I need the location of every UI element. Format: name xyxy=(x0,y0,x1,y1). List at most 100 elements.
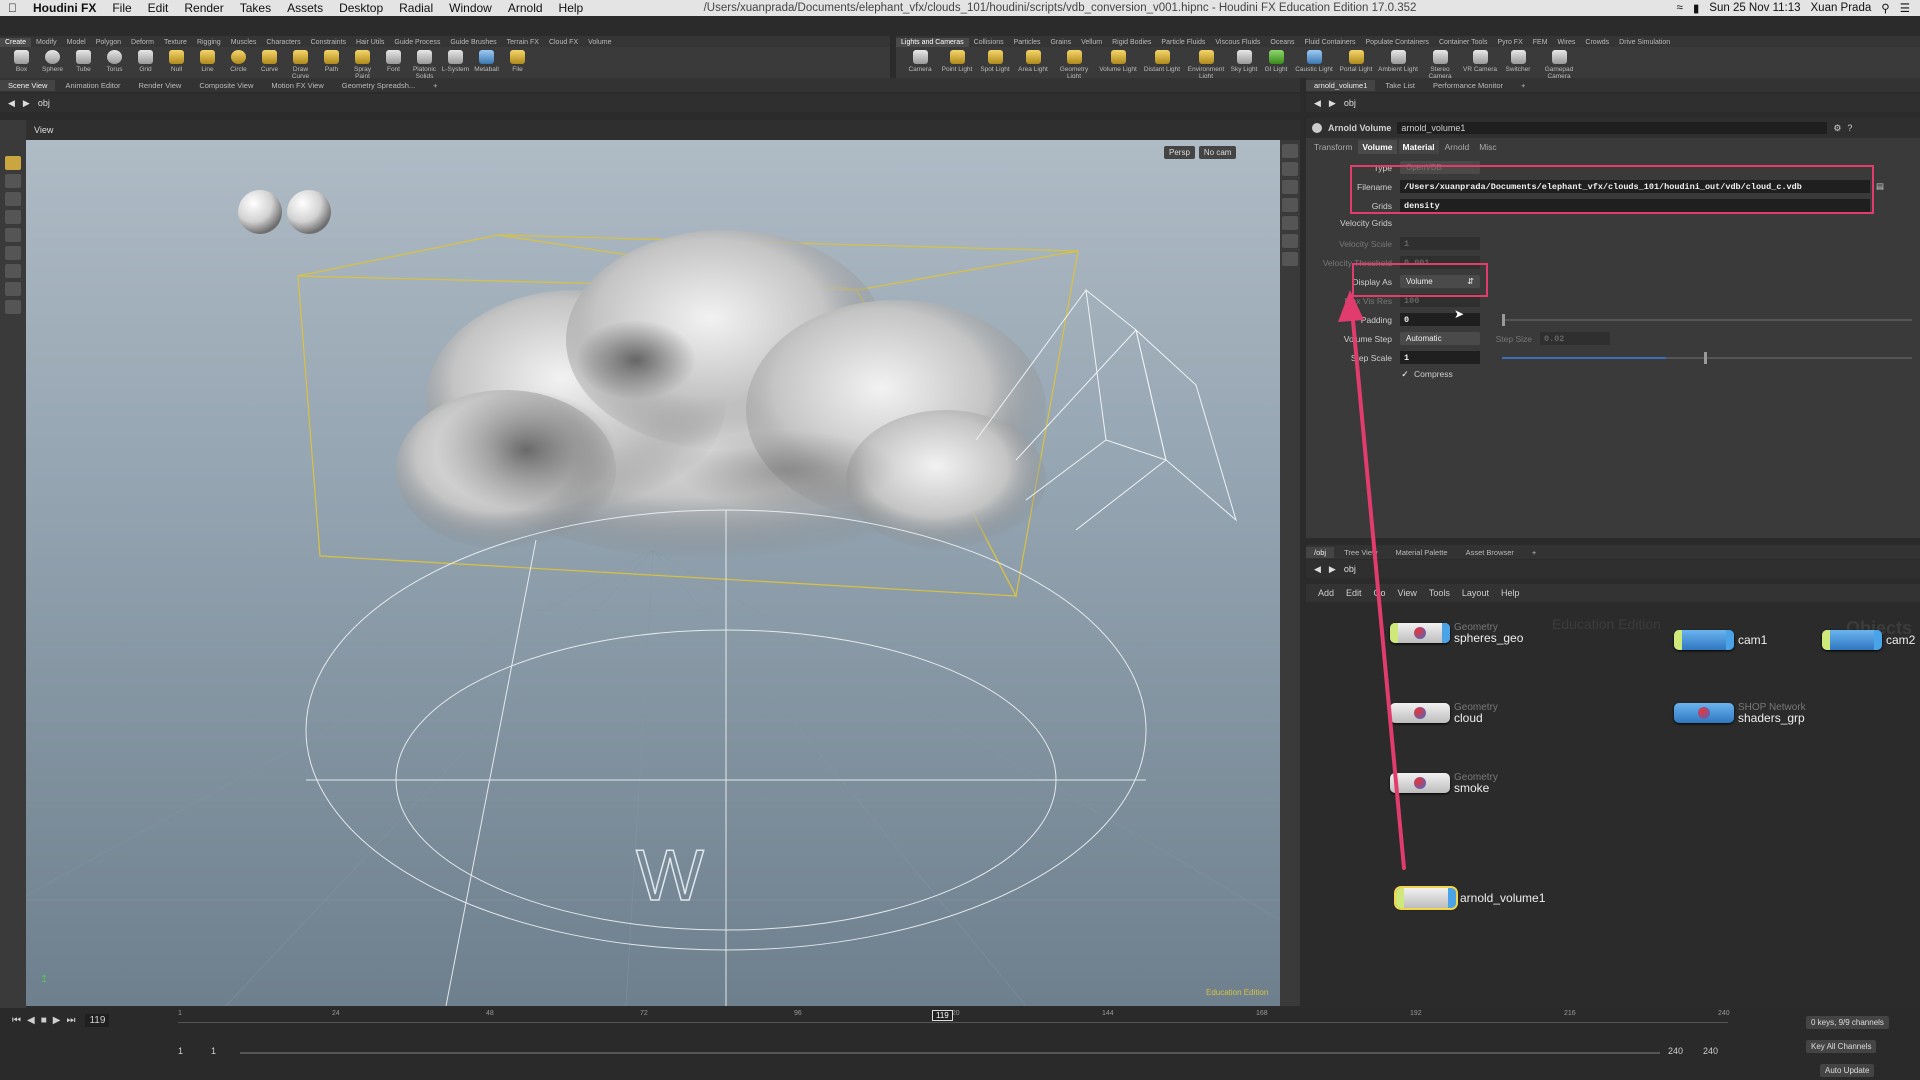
tab-geometry-spreadsheet[interactable]: Geometry Spreadsh... xyxy=(334,80,423,91)
stop-icon[interactable]: ■ xyxy=(41,1015,47,1026)
back-icon[interactable]: ◀ xyxy=(8,98,15,109)
help-icon[interactable]: ? xyxy=(1847,123,1852,133)
tool-path[interactable]: Path xyxy=(316,47,347,73)
add-network-tab-icon[interactable]: + xyxy=(1524,547,1544,558)
node-shaders-grp[interactable]: SHOP Network shaders_grp xyxy=(1674,702,1806,724)
shelf-tab-guide-brushes[interactable]: Guide Brushes xyxy=(445,38,501,47)
padding-slider-handle[interactable] xyxy=(1502,314,1505,326)
view-tool-icon[interactable] xyxy=(5,300,21,314)
snapshot-icon[interactable] xyxy=(1282,252,1298,266)
shelf-tab-collisions[interactable]: Collisions xyxy=(969,38,1009,47)
shelf-tab-wires[interactable]: Wires xyxy=(1553,38,1581,47)
auto-update-button[interactable]: Auto Update xyxy=(1820,1064,1875,1077)
tool-spot-light[interactable]: Spot Light xyxy=(976,47,1014,73)
tool-distant-light[interactable]: Distant Light xyxy=(1140,47,1184,73)
menu-file[interactable]: File xyxy=(104,1,139,15)
shelf-tab-viscous-fluids[interactable]: Viscous Fluids xyxy=(1210,38,1265,47)
key-all-channels-button[interactable]: Key All Channels xyxy=(1806,1040,1877,1053)
snap-icon[interactable] xyxy=(5,282,21,296)
menu-window[interactable]: Window xyxy=(441,1,500,15)
tool-line[interactable]: Line xyxy=(192,47,223,73)
sphere-2[interactable] xyxy=(287,190,331,234)
shelf-tab-rigid-bodies[interactable]: Rigid Bodies xyxy=(1107,38,1156,47)
menu-desktop[interactable]: Desktop xyxy=(331,1,391,15)
tab-take-list[interactable]: Take List xyxy=(1377,80,1423,91)
menu-edit[interactable]: Edit xyxy=(140,1,177,15)
handle-tool-icon[interactable] xyxy=(5,228,21,242)
jump-end-icon[interactable]: ⏭ xyxy=(66,1015,75,1026)
tool-stereo-camera[interactable]: Stereo Camera xyxy=(1420,47,1460,80)
shelf-tab-deform[interactable]: Deform xyxy=(126,38,159,47)
tool-gamepad-camera[interactable]: Gamepad Camera xyxy=(1536,47,1582,80)
velocity-scale-field[interactable]: 1 xyxy=(1400,237,1480,250)
scene-viewport[interactable]: W Persp No cam Education Edition ↥ xyxy=(26,140,1280,1006)
gear-icon[interactable]: ⚙ xyxy=(1833,123,1841,134)
tool-l-system[interactable]: L-System xyxy=(440,47,471,73)
shelf-tab-lights-cameras[interactable]: Lights and Cameras xyxy=(896,38,969,47)
shelf-tab-muscles[interactable]: Muscles xyxy=(226,38,262,47)
padding-slider[interactable] xyxy=(1502,319,1912,321)
tab-render-view[interactable]: Render View xyxy=(131,80,190,91)
tool-area-light[interactable]: Area Light xyxy=(1014,47,1052,73)
step-size-field[interactable]: 0.02 xyxy=(1540,332,1610,345)
shelf-tab-texture[interactable]: Texture xyxy=(159,38,192,47)
app-menu[interactable]: Houdini FX xyxy=(25,1,104,15)
tool-environment-light[interactable]: Environment Light xyxy=(1184,47,1228,80)
shelf-tab-model[interactable]: Model xyxy=(62,38,91,47)
tab-asset-browser[interactable]: Asset Browser xyxy=(1458,547,1522,558)
visibility-icon[interactable] xyxy=(1282,234,1298,248)
timeline-cursor[interactable]: 119 xyxy=(932,1010,953,1021)
rotate-tool-icon[interactable] xyxy=(5,192,21,206)
param-obj-path[interactable]: obj xyxy=(1344,98,1356,108)
shelf-tab-particles[interactable]: Particles xyxy=(1009,38,1046,47)
tool-metaball[interactable]: Metaball xyxy=(471,47,502,73)
tool-point-light[interactable]: Point Light xyxy=(938,47,976,73)
menu-list-icon[interactable]: ☰ xyxy=(1900,1,1910,15)
tool-platonic-solids[interactable]: Platonic Solids xyxy=(409,47,440,80)
shelf-tab-vellum[interactable]: Vellum xyxy=(1076,38,1107,47)
shelf-tab-drive-simulation[interactable]: Drive Simulation xyxy=(1614,38,1675,47)
forward-icon[interactable]: ▶ xyxy=(23,98,30,109)
shelf-tab-polygon[interactable]: Polygon xyxy=(91,38,126,47)
tab-performance-monitor[interactable]: Performance Monitor xyxy=(1425,80,1511,91)
shelf-tab-crowds[interactable]: Crowds xyxy=(1580,38,1614,47)
range-end-field-2[interactable]: 240 xyxy=(1703,1046,1718,1056)
ghost-icon[interactable] xyxy=(1282,216,1298,230)
tab-animation-editor[interactable]: Animation Editor xyxy=(57,80,128,91)
tab-volume[interactable]: Volume xyxy=(1358,140,1397,154)
tool-font[interactable]: Font xyxy=(378,47,409,73)
range-end-field[interactable]: 240 xyxy=(1668,1046,1683,1056)
obj-path[interactable]: obj xyxy=(38,98,50,108)
tool-grid[interactable]: Grid xyxy=(130,47,161,73)
shelf-tab-oceans[interactable]: Oceans xyxy=(1265,38,1299,47)
scale-tool-icon[interactable] xyxy=(5,210,21,224)
file-chooser-icon[interactable]: ▤ xyxy=(1876,181,1884,192)
shading-icon[interactable] xyxy=(1282,180,1298,194)
persp-menu[interactable]: Persp xyxy=(1164,146,1195,159)
node-name-field[interactable]: arnold_volume1 xyxy=(1397,122,1828,134)
tool-circle[interactable]: Circle xyxy=(223,47,254,73)
display-options-icon[interactable] xyxy=(1282,144,1298,158)
tool-tube[interactable]: Tube xyxy=(68,47,99,73)
node-cam2[interactable]: cam2 xyxy=(1822,630,1915,650)
add-param-tab-icon[interactable]: + xyxy=(1513,80,1533,91)
play-icon[interactable]: ▶ xyxy=(53,1015,61,1026)
wifi-icon[interactable]: ≈ xyxy=(1677,2,1683,14)
search-icon[interactable]: ⚲ xyxy=(1881,1,1889,15)
shelf-tab-cloud-fx[interactable]: Cloud FX xyxy=(544,38,583,47)
add-tab-icon[interactable]: + xyxy=(425,80,445,91)
tool-ambient-light[interactable]: Ambient Light xyxy=(1376,47,1420,73)
cam-menu[interactable]: No cam xyxy=(1198,146,1237,159)
shelf-tab-hair-utils[interactable]: Hair Utils xyxy=(351,38,389,47)
shelf-tab-rigging[interactable]: Rigging xyxy=(192,38,226,47)
net-menu-layout[interactable]: Layout xyxy=(1462,588,1489,598)
shelf-tab-create[interactable]: Create xyxy=(0,38,32,47)
play-reverse-icon[interactable]: ◀ xyxy=(27,1015,35,1026)
tool-curve[interactable]: Curve xyxy=(254,47,285,73)
range-slider[interactable] xyxy=(240,1052,1660,1054)
tool-geometry-light[interactable]: Geometry Light xyxy=(1052,47,1096,80)
shelf-tab-grains[interactable]: Grains xyxy=(1045,38,1076,47)
tool-gi-light[interactable]: GI Light xyxy=(1260,47,1292,73)
cam-node-body[interactable] xyxy=(1674,630,1734,650)
range-start-field[interactable]: 1 xyxy=(178,1046,183,1056)
